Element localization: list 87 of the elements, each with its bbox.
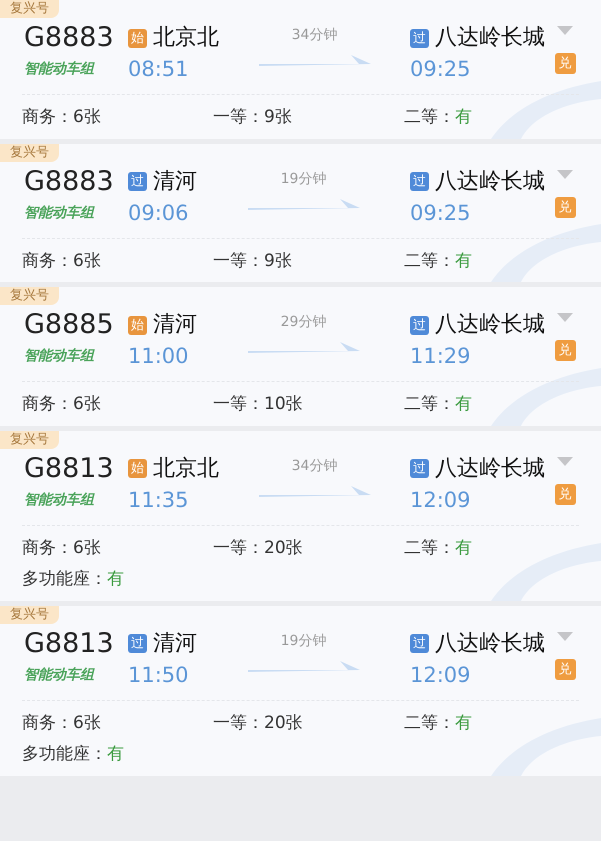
arrow-icon <box>258 54 370 66</box>
station-badge: 过 <box>410 172 429 191</box>
station-name: 清河 <box>153 170 197 192</box>
time-text: 09:06 <box>128 202 189 224</box>
seat-availability: 一等：20张 <box>213 712 303 732</box>
station-name: 八达岭长城 <box>435 27 545 49</box>
station-badge: 过 <box>410 316 429 334</box>
station-name: 八达岭长城 <box>435 170 545 192</box>
seat-availability: 一等：10张 <box>213 394 303 414</box>
smart-train-label: 智能动车组 <box>24 349 94 363</box>
station-name: 清河 <box>153 314 197 336</box>
time-text: 12:09 <box>410 664 471 686</box>
exchange-badge: 兑 <box>554 196 576 218</box>
station-name: 八达岭长城 <box>435 458 545 480</box>
seat-availability: 商务：6张 <box>22 250 101 270</box>
time-text: 11:00 <box>128 346 189 367</box>
train-card[interactable]: 复兴号 G8883 智能动车组 始 北京北 08:51 34分钟 过 八达岭长城 09:25 兑 商务：6张 一等：9张 二等：有 <box>0 0 601 138</box>
train-number: G8813 <box>24 626 114 660</box>
dropdown-caret-icon[interactable] <box>557 170 573 178</box>
train-type-tag: 复兴号 <box>0 0 59 18</box>
train-type-tag: 复兴号 <box>0 430 59 448</box>
time-text: 08:51 <box>128 59 189 80</box>
dropdown-caret-icon[interactable] <box>557 632 573 640</box>
arrow-icon <box>248 198 360 210</box>
arrow-icon <box>248 341 360 353</box>
station-name: 北京北 <box>153 458 219 480</box>
train-card[interactable]: 复兴号 G8885 智能动车组 始 清河 11:00 29分钟 过 八达岭长城 11:29 兑 商务：6张 一等：10张 二等：有 <box>0 287 601 426</box>
time-text: 11:29 <box>410 346 471 367</box>
time-text: 09:25 <box>410 59 471 80</box>
seat-availability: 多功能座：有 <box>22 744 124 764</box>
station-badge: 过 <box>128 634 147 653</box>
duration-text: 29分钟 <box>280 315 326 329</box>
smart-train-label: 智能动车组 <box>24 62 94 76</box>
smart-train-label: 智能动车组 <box>24 206 94 220</box>
duration-text: 34分钟 <box>292 458 338 472</box>
seat-availability: 商务：6张 <box>22 538 101 558</box>
exchange-badge: 兑 <box>554 658 576 680</box>
seat-availability: 商务：6张 <box>22 394 101 414</box>
seat-availability: 二等：有 <box>404 538 472 558</box>
time-text: 09:25 <box>410 202 471 224</box>
station-badge: 过 <box>128 172 147 191</box>
train-type-tag: 复兴号 <box>0 287 59 305</box>
seat-availability: 商务：6张 <box>22 712 101 732</box>
time-text: 11:50 <box>128 664 189 686</box>
station-name: 八达岭长城 <box>435 632 545 654</box>
duration-text: 19分钟 <box>280 634 326 648</box>
station-name: 清河 <box>153 632 197 654</box>
train-type-tag: 复兴号 <box>0 144 59 162</box>
train-number: G8883 <box>24 21 114 55</box>
dropdown-caret-icon[interactable] <box>557 26 573 35</box>
train-card[interactable]: 复兴号 G8813 智能动车组 始 北京北 11:35 34分钟 过 八达岭长城 12:09 兑 商务：6张 一等：20张 二等：有 多功能座：有 <box>0 430 601 600</box>
seat-availability: 二等：有 <box>404 107 472 127</box>
smart-train-label: 智能动车组 <box>24 492 94 506</box>
dropdown-caret-icon[interactable] <box>557 456 573 466</box>
train-card[interactable]: 复兴号 G8813 智能动车组 过 清河 11:50 19分钟 过 八达岭长城 12:09 兑 商务：6张 一等：20张 二等：有 多功能座：有 <box>0 606 601 776</box>
train-number: G8885 <box>24 308 114 342</box>
dropdown-caret-icon[interactable] <box>557 313 573 322</box>
smart-train-label: 智能动车组 <box>24 668 94 682</box>
station-badge: 始 <box>128 459 147 478</box>
station-badge: 过 <box>410 634 429 653</box>
seat-availability: 多功能座：有 <box>22 569 124 589</box>
station-badge: 始 <box>128 28 147 48</box>
arrow-icon <box>258 484 370 496</box>
station-badge: 过 <box>410 28 429 48</box>
time-text: 11:35 <box>128 490 189 510</box>
seat-availability: 二等：有 <box>404 712 472 732</box>
station-name: 北京北 <box>153 27 219 49</box>
train-card[interactable]: 复兴号 G8883 智能动车组 过 清河 09:06 19分钟 过 八达岭长城 09:25 兑 商务：6张 一等：9张 二等：有 <box>0 144 601 282</box>
arrow-icon <box>248 660 360 672</box>
seat-availability: 二等：有 <box>404 394 472 414</box>
seat-availability: 一等：20张 <box>213 538 303 558</box>
exchange-badge: 兑 <box>554 484 576 504</box>
train-number: G8813 <box>24 452 114 486</box>
time-text: 12:09 <box>410 490 471 510</box>
duration-text: 34分钟 <box>292 28 338 42</box>
seat-availability: 一等：9张 <box>213 250 292 270</box>
duration-text: 19分钟 <box>280 172 326 186</box>
exchange-badge: 兑 <box>554 53 576 74</box>
train-type-tag: 复兴号 <box>0 606 59 624</box>
station-badge: 过 <box>410 459 429 478</box>
seat-availability: 商务：6张 <box>22 107 101 127</box>
seat-availability: 二等：有 <box>404 250 472 270</box>
station-name: 八达岭长城 <box>435 314 545 336</box>
train-number: G8883 <box>24 164 114 198</box>
station-badge: 始 <box>128 316 147 334</box>
seat-availability: 一等：9张 <box>213 107 292 127</box>
exchange-badge: 兑 <box>554 340 576 361</box>
